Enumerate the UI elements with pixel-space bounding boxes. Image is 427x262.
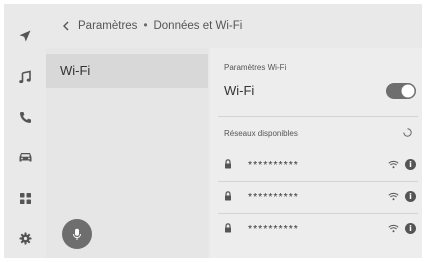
section-label-available-networks: Réseaux disponibles <box>224 129 298 138</box>
rail-item-settings[interactable] <box>4 218 46 258</box>
network-name: ********** <box>248 159 299 171</box>
network-row[interactable]: ********** i <box>210 183 422 213</box>
menu-item-label: Wi-Fi <box>60 63 91 78</box>
breadcrumb-current: Données et Wi-Fi <box>153 20 243 32</box>
divider <box>218 213 418 214</box>
screen: Paramètres • Données et Wi-Fi Wi-Fi Para… <box>4 4 422 258</box>
navigation-arrow-icon <box>19 30 31 42</box>
wifi-toggle-label: Wi-Fi <box>224 83 255 98</box>
toggle-knob <box>401 84 415 98</box>
gear-icon <box>19 232 31 244</box>
nav-rail <box>4 4 46 258</box>
breadcrumb-parent[interactable]: Paramètres <box>78 20 137 32</box>
rail-item-navigation[interactable] <box>4 16 46 56</box>
phone-icon <box>19 111 31 123</box>
rail-item-apps[interactable] <box>4 178 46 218</box>
loading-spinner-icon <box>403 128 412 137</box>
wifi-toggle-row[interactable]: Wi-Fi <box>210 73 422 109</box>
network-info-button[interactable]: i <box>405 191 416 202</box>
rail-item-vehicle[interactable] <box>4 137 46 177</box>
lock-icon <box>225 191 231 201</box>
lock-icon <box>225 159 231 169</box>
microphone-icon <box>73 228 81 240</box>
divider <box>218 116 418 117</box>
car-icon <box>19 152 31 161</box>
network-info-button[interactable]: i <box>405 159 416 170</box>
section-label-wifi-settings: Paramètres Wi-Fi <box>224 63 287 72</box>
network-info-button[interactable]: i <box>405 223 416 234</box>
apps-grid-icon <box>19 192 31 204</box>
network-name: ********** <box>248 223 299 235</box>
breadcrumb-separator: • <box>143 20 148 32</box>
wifi-toggle-switch[interactable] <box>386 83 416 99</box>
menu-item-wifi[interactable]: Wi-Fi <box>46 54 208 88</box>
music-note-icon <box>19 70 31 84</box>
network-row[interactable]: ********** i <box>210 215 422 245</box>
chevron-left-icon <box>63 21 69 31</box>
breadcrumb: Paramètres • Données et Wi-Fi <box>46 4 422 48</box>
rail-item-media[interactable] <box>4 57 46 97</box>
network-name: ********** <box>248 191 299 203</box>
wifi-signal-icon <box>388 160 399 169</box>
settings-menu-panel: Wi-Fi <box>46 48 208 258</box>
wifi-settings-panel: Paramètres Wi-Fi Wi-Fi Réseaux disponibl… <box>210 48 422 258</box>
rail-item-phone[interactable] <box>4 97 46 137</box>
back-button[interactable] <box>54 14 78 38</box>
network-row[interactable]: ********** i <box>210 151 422 181</box>
wifi-signal-icon <box>388 224 399 233</box>
divider <box>218 181 418 182</box>
voice-button[interactable] <box>62 219 92 249</box>
wifi-signal-icon <box>388 192 399 201</box>
lock-icon <box>225 223 231 233</box>
